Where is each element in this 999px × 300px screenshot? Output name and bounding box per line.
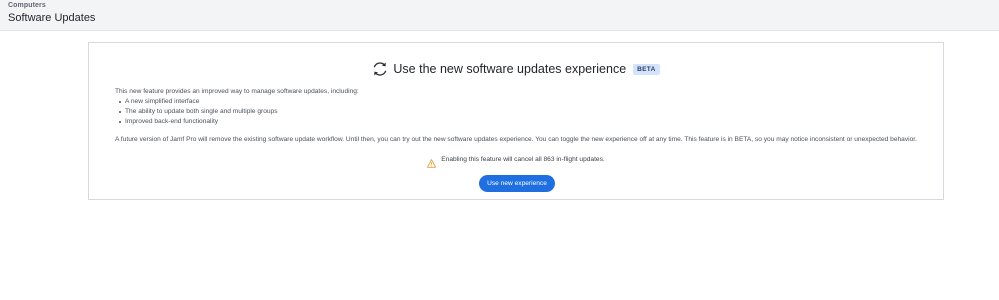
warning-icon xyxy=(427,155,437,168)
beta-feature-card: Use the new software updates experience … xyxy=(88,42,944,200)
breadcrumb[interactable]: Computers xyxy=(8,2,46,9)
list-item: The ability to update both single and mu… xyxy=(119,107,278,117)
card-title: Use the new software updates experience xyxy=(393,62,627,76)
intro-text: This new feature provides an improved wa… xyxy=(115,88,359,95)
list-item: Improved back-end functionality xyxy=(119,117,278,127)
warning-text: Enabling this feature will cancel all 86… xyxy=(441,156,605,163)
card-heading: Use the new software updates experience … xyxy=(89,61,943,77)
sync-icon xyxy=(372,61,388,77)
page-title: Software Updates xyxy=(8,12,96,24)
warning-row: Enabling this feature will cancel all 86… xyxy=(89,155,943,168)
use-new-experience-button[interactable]: Use new experience xyxy=(479,175,555,192)
feature-list: A new simplified interface The ability t… xyxy=(119,97,278,126)
beta-badge: BETA xyxy=(633,63,660,75)
page-header: Computers Software Updates xyxy=(0,0,999,31)
list-item: A new simplified interface xyxy=(119,97,278,107)
notice-text: A future version of Jamf Pro will remove… xyxy=(115,136,917,143)
